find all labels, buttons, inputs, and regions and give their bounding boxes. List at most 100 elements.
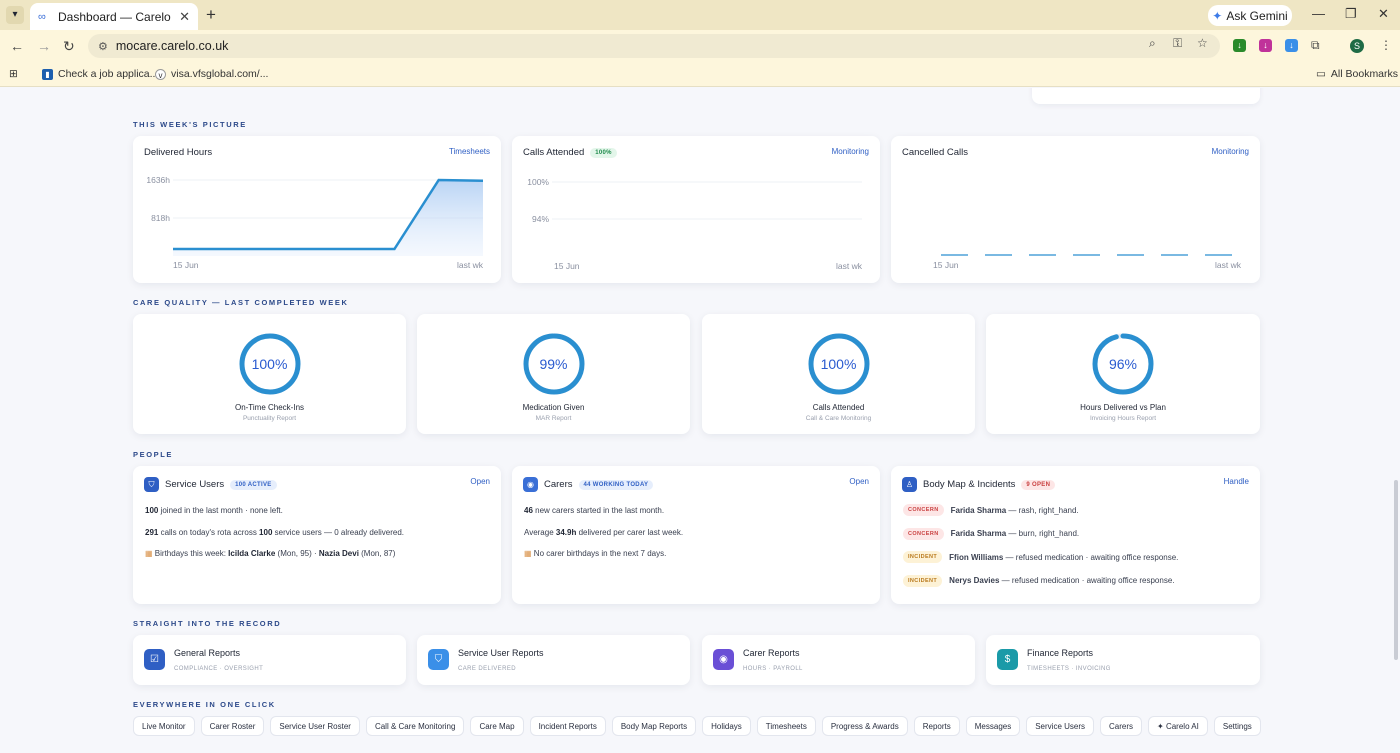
handle-link[interactable]: Handle xyxy=(1224,477,1249,486)
report-sub: TIMESHEETS · INVOICING xyxy=(1027,666,1111,672)
apps-grid-icon[interactable]: ⊞ xyxy=(9,68,18,80)
delivered-hours-chart: 1636h 818h 15 Jun last wk xyxy=(146,175,484,270)
shield-icon: ⛉ xyxy=(144,477,159,492)
quick-link-chip[interactable]: Service User Roster xyxy=(270,716,360,736)
close-tab-icon[interactable]: ✕ xyxy=(179,9,190,25)
quick-link-chip[interactable]: Settings xyxy=(1213,716,1261,736)
report-title: Service User Reports xyxy=(458,648,544,658)
incident-item[interactable]: CONCERN Farida Sharma — burn, right_hand. xyxy=(903,527,1079,540)
quality-label: Calls Attended xyxy=(812,403,865,412)
quality-label: Hours Delivered vs Plan xyxy=(1080,403,1166,412)
quick-link-chip[interactable]: Body Map Reports xyxy=(611,716,697,736)
incident-text: — refused medication · awaiting office r… xyxy=(1003,552,1179,562)
quick-link-chip[interactable]: Carers xyxy=(1100,716,1143,736)
report-card[interactable]: ⛉ Service User Reports CARE DELIVERED xyxy=(417,635,690,685)
profile-avatar[interactable]: S xyxy=(1350,39,1364,53)
ask-gemini-button[interactable]: ✦ Ask Gemini xyxy=(1208,5,1292,26)
quick-link-chip[interactable]: Care Map xyxy=(470,716,524,736)
card-title: ⛉ Service Users 100 ACTIVE xyxy=(144,477,277,492)
bookmark-star-icon[interactable]: ☆ xyxy=(1197,36,1208,50)
extensions-puzzle-icon[interactable]: ⧉ xyxy=(1311,38,1320,53)
tab-search-icon[interactable]: ▾ xyxy=(6,6,24,24)
cancelled-calls-card: Cancelled Calls Monitoring 15 Jun last wk xyxy=(891,136,1260,283)
bookmark-job[interactable]: ▮ Check a job applica... xyxy=(42,68,158,80)
open-badge: 9 OPEN xyxy=(1021,479,1056,490)
x-tick-label: last wk xyxy=(457,260,484,270)
quick-link-chip[interactable]: Reports xyxy=(913,716,960,736)
forward-icon[interactable]: → xyxy=(37,38,51,54)
omnibox[interactable]: ⚙ mocare.carelo.co.uk xyxy=(88,34,1220,58)
report-card[interactable]: $ Finance Reports TIMESHEETS · INVOICING xyxy=(986,635,1260,685)
open-service-users-link[interactable]: Open xyxy=(470,477,490,486)
joined-count: 100 xyxy=(145,506,159,515)
joined-line: 100 joined in the last month · none left… xyxy=(145,506,283,515)
quality-card[interactable]: 99% Medication Given MAR Report xyxy=(417,314,690,434)
average-hours: 34.9h xyxy=(555,528,577,537)
incident-item[interactable]: CONCERN Farida Sharma — rash, right_hand. xyxy=(903,504,1079,516)
zoom-icon[interactable]: ⌕ xyxy=(1149,36,1156,51)
card-title-text: Service Users xyxy=(165,479,225,490)
quick-link-chip[interactable]: Carer Roster xyxy=(200,716,265,736)
reload-icon[interactable]: ↻ xyxy=(63,38,75,55)
rota-line: 291 calls on today's rota across 100 ser… xyxy=(145,528,404,537)
quality-card[interactable]: 100% On-Time Check-Ins Punctuality Repor… xyxy=(133,314,406,434)
address-bar-row: ← → ↻ ⚙ mocare.carelo.co.uk ⌕ ⚿ ☆ ↓ ↓ ↓ … xyxy=(0,30,1400,62)
birthday-name[interactable]: Nazia Devi xyxy=(319,549,359,558)
service-users-card: ⛉ Service Users 100 ACTIVE Open 100 joined… xyxy=(133,466,501,604)
incident-tag: CONCERN xyxy=(903,504,944,516)
calls-count: 291 xyxy=(145,528,159,537)
scrollbar-thumb[interactable] xyxy=(1394,480,1398,660)
password-key-icon[interactable]: ⚿ xyxy=(1173,36,1182,51)
quick-link-chip[interactable]: Live Monitor xyxy=(133,716,195,736)
quick-link-chip[interactable]: Progress & Awards xyxy=(821,716,908,736)
browser-tab[interactable]: ∞ Dashboard — Carelo ✕ xyxy=(30,3,198,30)
body-icon: ♙ xyxy=(902,477,917,492)
new-carers-text: new carers started in the last month. xyxy=(532,506,665,515)
restore-icon[interactable]: ❐ xyxy=(1345,6,1357,22)
report-card[interactable]: ☑ General Reports COMPLIANCE · OVERSIGHT xyxy=(133,635,406,685)
site-settings-icon[interactable]: ⚙ xyxy=(98,40,108,53)
quick-link-chip[interactable]: Incident Reports xyxy=(529,716,606,736)
quick-link-chip[interactable]: Holidays xyxy=(702,716,751,736)
quality-label: Medication Given xyxy=(522,403,585,412)
bookmark-visa[interactable]: v visa.vfsglobal.com/... xyxy=(155,68,268,80)
quality-card[interactable]: 96% Hours Delivered vs Plan Invoicing Ho… xyxy=(986,314,1260,434)
x-tick-label: 15 Jun xyxy=(173,260,199,270)
quick-link-chip[interactable]: Messages xyxy=(965,716,1021,736)
previous-card-bottom xyxy=(1032,88,1260,104)
download-extension-icon[interactable]: ↓ xyxy=(1233,39,1246,52)
close-window-icon[interactable]: ✕ xyxy=(1378,6,1389,22)
open-carers-link[interactable]: Open xyxy=(849,477,869,486)
section-heading-week: THIS WEEK'S PICTURE xyxy=(133,120,247,129)
extension-icon[interactable]: ↓ xyxy=(1259,39,1272,52)
section-heading-people: PEOPLE xyxy=(133,450,174,459)
dashboard-page: THIS WEEK'S PICTURE Delivered Hours Time… xyxy=(0,88,1400,753)
carer-birthdays-text: No carer birthdays in the next 7 days. xyxy=(533,549,667,558)
quality-card[interactable]: 100% Calls Attended Call & Care Monitori… xyxy=(702,314,975,434)
quick-link-chip[interactable]: Timesheets xyxy=(756,716,816,736)
dollar-icon: $ xyxy=(997,649,1018,670)
x-tick-label: 15 Jun xyxy=(933,260,959,270)
browser-menu-icon[interactable]: ⋮ xyxy=(1380,38,1392,52)
quick-link-chip[interactable]: Call & Care Monitoring xyxy=(365,716,465,736)
report-card[interactable]: ◉ Carer Reports HOURS · PAYROLL xyxy=(702,635,975,685)
back-icon[interactable]: ← xyxy=(10,38,24,54)
working-badge: 44 WORKING TODAY xyxy=(578,479,654,490)
all-bookmarks[interactable]: ▭ All Bookmarks xyxy=(1316,68,1398,80)
quick-link-chip[interactable]: ✦ Carelo AI xyxy=(1148,716,1208,736)
bookmark-label: visa.vfsglobal.com/... xyxy=(171,68,269,80)
birthday-meta: (Mon, 95) · xyxy=(275,549,319,558)
incident-item[interactable]: INCIDENT Ffion Williams — refused medicat… xyxy=(903,551,1178,563)
minimize-icon[interactable]: — xyxy=(1312,6,1325,21)
incident-item[interactable]: INCIDENT Nerys Davies — refused medicatio… xyxy=(903,574,1175,587)
new-tab-icon[interactable]: + xyxy=(206,5,216,25)
quality-value: 100% xyxy=(251,356,288,372)
report-sub: CARE DELIVERED xyxy=(458,666,516,672)
birthday-name[interactable]: Icilda Clarke xyxy=(228,549,275,558)
quick-link-chip[interactable]: Service Users xyxy=(1026,716,1095,736)
card-title-text: Body Map & Incidents xyxy=(923,479,1016,490)
extension-icon[interactable]: ↓ xyxy=(1285,39,1298,52)
shield-icon: ⛉ xyxy=(428,649,449,670)
rota-text-end: service users — 0 already delivered. xyxy=(272,528,405,537)
average-label: Average xyxy=(524,528,556,537)
